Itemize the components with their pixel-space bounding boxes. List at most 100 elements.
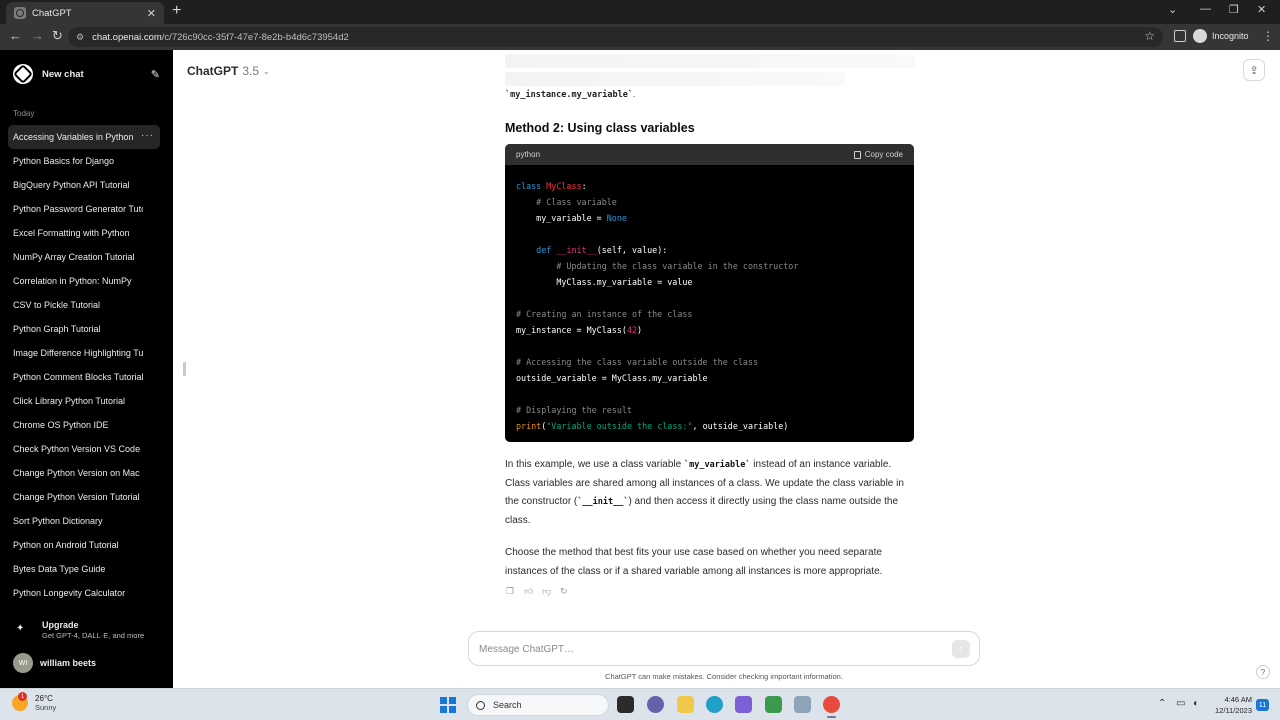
screen-tool-icon[interactable]	[794, 696, 811, 713]
regenerate-icon[interactable]: ↻	[560, 586, 569, 596]
chat-history-item[interactable]: BigQuery Python API Tutorial	[8, 173, 160, 197]
taskbar-search-label: Search	[493, 700, 522, 710]
code-language: python	[516, 150, 541, 159]
chat-history-item[interactable]: Image Difference Highlighting Tutorial	[8, 341, 160, 365]
incognito-icon	[1193, 29, 1207, 43]
app-icon[interactable]	[735, 696, 752, 713]
screen: ChatGPT ✕ + ⌄ — ❐ ✕ ← → ↻ ⚙ chat.openai.…	[0, 0, 1280, 720]
method-heading: Method 2: Using class variables	[505, 121, 695, 135]
chat-history-item[interactable]: Excel Formatting with Python	[8, 221, 160, 245]
chat-history-item[interactable]: Bytes Data Type Guide	[8, 557, 160, 581]
previous-inline-code: `my_instance.my_variable`.	[505, 89, 636, 100]
new-chat-button[interactable]: New chat ✎	[8, 62, 160, 86]
chat-history-list: Accessing Variables in Python ··· Python B…	[8, 125, 160, 605]
chat-history-item[interactable]: Correlation in Python: NumPy	[8, 269, 160, 293]
weather-widget[interactable]: 1 26°C Sunny	[12, 692, 57, 712]
chat-history-label: Python Comment Blocks Tutorial	[13, 372, 143, 382]
share-button[interactable]: ⇪	[1243, 59, 1265, 81]
chat-history-item[interactable]: Sort Python Dictionary	[8, 509, 160, 533]
copy-code-button[interactable]: Copy code	[853, 150, 903, 159]
sidebar-collapse-handle[interactable]	[183, 362, 186, 376]
network-icon[interactable]: ▭	[1176, 698, 1185, 709]
browser-menu-icon[interactable]: ⋮	[1262, 29, 1274, 43]
reload-button[interactable]: ↻	[52, 28, 63, 44]
code-block-header: python Copy code	[505, 144, 914, 165]
chat-history-label: BigQuery Python API Tutorial	[13, 180, 130, 190]
address-bar[interactable]: ⚙ chat.openai.com/c/726c90cc-35f7-47e7-8…	[68, 27, 1163, 47]
system-clock[interactable]: 4:46 AM 12/11/2023	[1208, 694, 1252, 716]
chat-history-item[interactable]: Python Longevity Calculator	[8, 581, 160, 605]
chat-history-item[interactable]: Change Python Version Tutorial	[8, 485, 160, 509]
weather-badge: 1	[18, 692, 27, 701]
new-tab-button[interactable]: +	[172, 3, 181, 19]
weather-desc: Sunny	[35, 703, 57, 712]
help-button[interactable]: ?	[1256, 665, 1270, 679]
user-name: william beets	[40, 658, 97, 668]
chat-history-item[interactable]: Change Python Version on Mac	[8, 461, 160, 485]
bookmark-star-icon[interactable]: ☆	[1144, 29, 1155, 43]
chat-history-label: Excel Formatting with Python	[13, 228, 130, 238]
thumbs-down-icon[interactable]: 👎︎	[542, 586, 551, 596]
chat-history-label: Python on Android Tutorial	[13, 540, 119, 550]
task-view-icon[interactable]	[617, 696, 634, 713]
windows-icon[interactable]	[440, 697, 456, 713]
volume-icon[interactable]: ◖	[1192, 698, 1198, 709]
model-version: 3.5	[242, 64, 260, 78]
chat-history-item[interactable]: Click Library Python Tutorial	[8, 389, 160, 413]
side-panel-icon[interactable]	[1174, 30, 1186, 42]
teams-chat-icon[interactable]	[647, 696, 664, 713]
chat-history-item[interactable]: Accessing Variables in Python ···	[8, 125, 160, 149]
chat-history-label: Python Password Generator Tutorial	[13, 204, 143, 214]
edge-icon[interactable]	[706, 696, 723, 713]
incognito-indicator[interactable]: Incognito	[1193, 29, 1249, 43]
copy-icon[interactable]: ❐	[506, 586, 515, 596]
taskbar-search[interactable]: Search	[467, 694, 609, 716]
copy-code-label: Copy code	[864, 150, 903, 159]
windows-taskbar: 1 26°C Sunny Search ⌃ ▭ ◖ 4:46 AM 12/11/…	[0, 688, 1280, 720]
tab-search-icon[interactable]: ⌄	[1168, 3, 1177, 16]
share-icon: ⇪	[1249, 64, 1259, 77]
chat-history-item[interactable]: Python Comment Blocks Tutorial	[8, 365, 160, 389]
minimize-button[interactable]: —	[1200, 3, 1211, 15]
chat-history-item[interactable]: Python on Android Tutorial	[8, 533, 160, 557]
chat-history-item[interactable]: Chrome OS Python IDE	[8, 413, 160, 437]
close-window-button[interactable]: ✕	[1257, 3, 1266, 16]
chatgpt-favicon-icon	[14, 7, 26, 19]
close-tab-icon[interactable]: ✕	[147, 7, 156, 20]
send-icon: ↑	[958, 643, 964, 655]
thumbs-up-icon[interactable]: 👍︎	[524, 586, 533, 596]
chat-history-item[interactable]: Python Basics for Django	[8, 149, 160, 173]
site-info-icon[interactable]: ⚙	[76, 32, 84, 43]
more-icon[interactable]: ···	[141, 130, 154, 141]
user-menu[interactable]: WI william beets	[8, 652, 160, 674]
chat-history-item[interactable]: CSV to Pickle Tutorial	[8, 293, 160, 317]
chat-history-label: Click Library Python Tutorial	[13, 396, 126, 406]
browser-tab[interactable]: ChatGPT ✕	[6, 2, 164, 24]
search-icon	[476, 700, 485, 710]
chrome-icon[interactable]	[823, 696, 840, 718]
clock-time: 4:46 AM	[1224, 695, 1252, 704]
clock-date: 12/11/2023	[1215, 706, 1252, 715]
code-content: class MyClass: # Class variable my_varia…	[516, 181, 799, 431]
file-explorer-icon[interactable]	[677, 696, 694, 713]
forward-button[interactable]: →	[31, 28, 44, 44]
send-button[interactable]: ↑	[952, 640, 970, 658]
back-button[interactable]: ←	[9, 28, 22, 44]
browser-tab-bar: ChatGPT ✕ + ⌄ — ❐ ✕	[0, 0, 1280, 24]
chat-history-item[interactable]: Python Graph Tutorial	[8, 317, 160, 341]
upgrade-button[interactable]: ✦ Upgrade Get GPT-4, DALL·E, and more	[8, 620, 160, 646]
maximize-button[interactable]: ❐	[1229, 3, 1239, 16]
model-selector[interactable]: ChatGPT 3.5 ⌄	[187, 64, 270, 78]
chevron-down-icon: ⌄	[263, 66, 270, 76]
notepad-icon[interactable]	[765, 696, 782, 713]
chat-history-item[interactable]: NumPy Array Creation Tutorial	[8, 245, 160, 269]
notification-badge[interactable]: 11	[1256, 699, 1269, 711]
chat-history-item[interactable]: Python Password Generator Tutorial	[8, 197, 160, 221]
edit-icon[interactable]: ✎	[151, 68, 160, 81]
chat-history-label: Sort Python Dictionary	[13, 516, 103, 526]
chat-history-label: Chrome OS Python IDE	[13, 420, 109, 430]
message-input[interactable]	[479, 641, 939, 657]
avatar: WI	[13, 653, 33, 673]
tray-chevron-icon[interactable]: ⌃	[1158, 698, 1166, 709]
chat-history-item[interactable]: Check Python Version VS Code	[8, 437, 160, 461]
